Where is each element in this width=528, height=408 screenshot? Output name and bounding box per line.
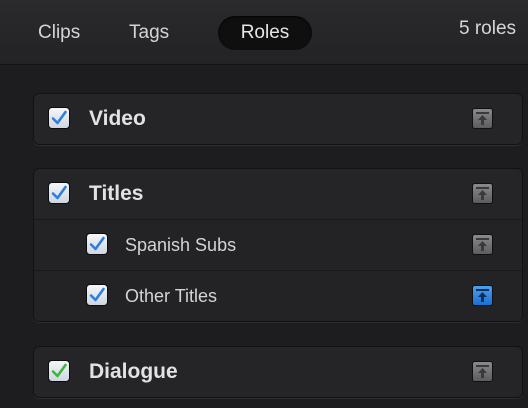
- dialogue-checkbox[interactable]: [49, 361, 69, 381]
- role-group-video: Video: [33, 93, 523, 145]
- spanish-subs-lane-button[interactable]: [473, 235, 492, 254]
- subrole-label-other-titles: Other Titles: [125, 286, 218, 306]
- other-titles-lane-button[interactable]: [473, 286, 492, 305]
- subrole-label-spanish-subs: Spanish Subs: [125, 235, 237, 255]
- roles-list: Video Titles Spanish Subs Other Titles D…: [0, 65, 528, 408]
- role-label-titles: Titles: [89, 182, 144, 205]
- tab-roles[interactable]: Roles: [218, 16, 312, 50]
- subrole-row-other-titles[interactable]: Other Titles: [34, 271, 522, 321]
- role-lane-icon: [476, 365, 489, 378]
- role-label-dialogue: Dialogue: [89, 360, 178, 383]
- spanish-subs-checkbox[interactable]: [87, 234, 107, 254]
- titles-checkbox[interactable]: [49, 183, 69, 203]
- role-label-video: Video: [89, 107, 146, 130]
- checkmark-icon: [51, 110, 67, 125]
- role-lane-icon: [476, 187, 489, 200]
- role-lane-icon: [476, 289, 489, 302]
- tab-tags[interactable]: Tags: [129, 16, 169, 50]
- other-titles-checkbox[interactable]: [87, 285, 107, 305]
- titles-lane-button[interactable]: [473, 184, 492, 203]
- role-group-titles: Titles Spanish Subs Other Titles: [33, 168, 523, 322]
- video-lane-button[interactable]: [473, 109, 492, 128]
- role-group-dialogue: Dialogue: [33, 346, 523, 398]
- role-lane-icon: [476, 112, 489, 125]
- role-index-toolbar: Clips Tags Roles 5 roles: [0, 0, 528, 65]
- tab-clips[interactable]: Clips: [38, 16, 80, 50]
- video-checkbox[interactable]: [49, 108, 69, 128]
- role-row-dialogue[interactable]: Dialogue: [34, 347, 522, 397]
- role-lane-icon: [476, 238, 489, 251]
- role-count: 5 roles: [459, 18, 517, 39]
- dialogue-lane-button[interactable]: [473, 362, 492, 381]
- role-row-video[interactable]: Video: [34, 94, 522, 144]
- subrole-row-spanish-subs[interactable]: Spanish Subs: [34, 220, 522, 271]
- role-row-titles[interactable]: Titles: [34, 169, 522, 220]
- checkmark-icon: [51, 363, 67, 378]
- checkmark-icon: [89, 287, 105, 302]
- checkmark-icon: [89, 236, 105, 251]
- checkmark-icon: [51, 185, 67, 200]
